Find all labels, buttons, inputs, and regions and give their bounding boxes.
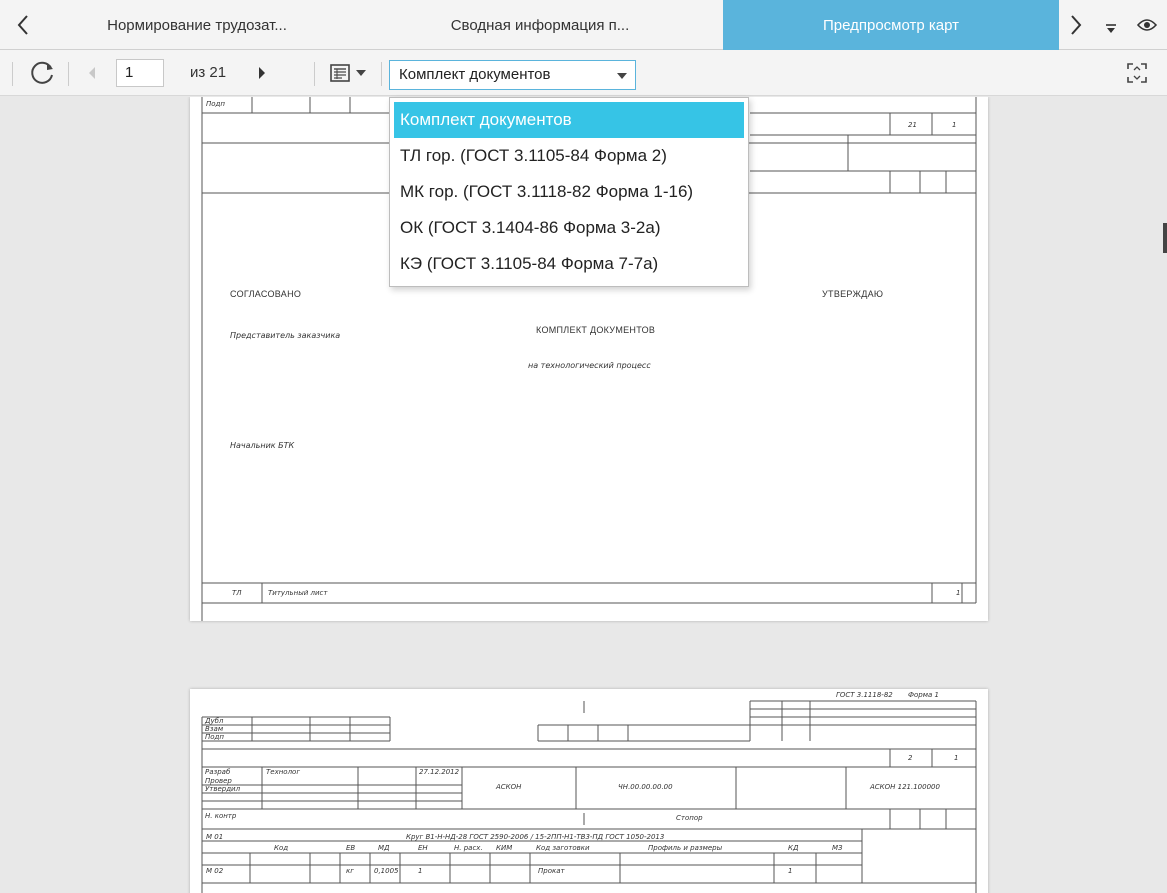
option-ok[interactable]: ОК (ГОСТ 3.1404-86 Форма 3-2а): [390, 210, 748, 246]
material-spec: Круг В1-Н-НД-28 ГОСТ 2590-2006 / 15-2ПП-…: [406, 833, 665, 841]
tabs-overflow-icon: [1106, 24, 1116, 33]
triangle-left-icon: [89, 67, 95, 79]
option-document-set[interactable]: Комплект документов: [394, 102, 744, 138]
tabs-prev-button[interactable]: [0, 0, 46, 50]
page-number-label: 1: [956, 589, 961, 597]
utverd-label: Утвердил: [205, 785, 241, 793]
visibility-button[interactable]: [1130, 0, 1164, 50]
view-mode-button[interactable]: [320, 60, 376, 86]
organization-label: АСКОН: [496, 783, 522, 791]
m02-label: М 02: [206, 867, 224, 875]
page-number-input[interactable]: 1: [116, 59, 164, 87]
toolbar-divider: [314, 62, 315, 86]
document-set-select-value: Комплект документов: [399, 66, 551, 83]
document-set-dropdown: Комплект документов ТЛ гор. (ГОСТ 3.1105…: [389, 97, 749, 287]
sheet-count: 21: [908, 121, 917, 129]
value-en: 1: [418, 867, 423, 875]
chevron-left-icon: [17, 15, 28, 35]
header-en: ЕН: [418, 844, 428, 852]
tab-normirovanie[interactable]: Нормирование трудозат...: [52, 0, 342, 50]
triangle-right-icon: [259, 67, 265, 79]
gost-label: ГОСТ 3.1118-82: [836, 691, 893, 699]
customer-rep-label: Представитель заказчика: [230, 331, 341, 340]
document-set-select[interactable]: Комплект документов: [389, 60, 636, 90]
detail-code: ЧН.00.00.00.00: [618, 783, 673, 791]
sheet-route-card-frame: [201, 700, 977, 893]
m01-label: М 01: [206, 833, 224, 841]
tab-bar: Нормирование трудозат... Сводная информа…: [0, 0, 1167, 50]
fit-to-page-icon: [1127, 63, 1147, 83]
refresh-button[interactable]: [22, 56, 62, 90]
doc-type-label: ТЛ: [232, 589, 242, 597]
tab-label: Предпросмотр карт: [822, 16, 960, 34]
chevron-right-icon: [1071, 15, 1082, 35]
tabs-next-button[interactable]: [1061, 0, 1091, 50]
razrab-label: Разраб: [205, 768, 231, 776]
toolbar-divider: [12, 62, 13, 86]
sheet-count: 2: [908, 754, 913, 762]
eye-icon: [1137, 19, 1157, 31]
header-zagot: Код заготовки: [536, 844, 590, 852]
document-subtitle: на технологический процесс: [528, 361, 651, 370]
refresh-icon: [31, 61, 53, 84]
form-label: Форма 1: [908, 691, 940, 699]
tabs-list-button[interactable]: [1094, 0, 1128, 50]
fit-page-button[interactable]: [1120, 60, 1154, 86]
header-nrasx: Н. расх.: [454, 844, 483, 852]
podp-label: Подп: [205, 733, 224, 741]
detail-name: Стопор: [676, 814, 703, 822]
prev-page-button[interactable]: [82, 62, 102, 84]
approved-label: УТВЕРЖДАЮ: [822, 289, 884, 299]
sheet-number: 1: [952, 121, 957, 129]
develop-date: 27.12.2012: [419, 768, 460, 776]
document-view-icon: [330, 64, 350, 82]
agreed-label: СОГЛАСОВАНО: [230, 289, 302, 299]
header-kd: КД: [788, 844, 799, 852]
dubl-label: Дубл: [205, 717, 224, 725]
option-mk-gor[interactable]: МК гор. (ГОСТ 3.1118-82 Форма 1-16): [390, 174, 748, 210]
header-md: МД: [378, 844, 390, 852]
tab-label: Сводная информация п...: [450, 16, 630, 34]
toolbar-divider: [68, 62, 69, 86]
option-tl-gor[interactable]: ТЛ гор. (ГОСТ 3.1105-84 Форма 2): [390, 138, 748, 174]
header-mz: МЗ: [832, 844, 843, 852]
header-kim: КИМ: [496, 844, 513, 852]
tab-predprosmotr[interactable]: Предпросмотр карт: [723, 0, 1059, 50]
next-page-button[interactable]: [252, 62, 272, 84]
option-ke[interactable]: КЭ (ГОСТ 3.1105-84 Форма 7-7а): [390, 246, 748, 282]
document-code: АСКОН 121.100000: [870, 783, 940, 791]
value-md: 0,1005: [374, 867, 399, 875]
header-code: Код: [274, 844, 289, 852]
title-sheet-label: Титульный лист: [268, 589, 328, 597]
btk-head-label: Начальник БТК: [230, 441, 295, 450]
tab-label: Нормирование трудозат...: [107, 16, 287, 34]
header-profile: Профиль и размеры: [648, 844, 723, 852]
vzam-label: Взам: [205, 725, 224, 733]
preview-sheet-route-card: ГОСТ 3.1118-82 Форма 1 Дубл Взам Подп 2 …: [190, 689, 988, 893]
value-kd: 1: [788, 867, 793, 875]
tab-svodnaya[interactable]: Сводная информация п...: [390, 0, 690, 50]
chevron-down-icon: [617, 73, 627, 79]
value-unit: кг: [346, 867, 354, 875]
podp-label: Подп: [206, 100, 225, 108]
page-count-label: из 21: [190, 64, 227, 81]
preview-toolbar: 1 из 21 Комплект документов: [0, 50, 1167, 96]
chevron-down-icon: [356, 70, 366, 76]
toolbar-divider: [381, 62, 382, 86]
header-ev: ЕВ: [346, 844, 356, 852]
scrollbar-thumb[interactable]: [1163, 223, 1167, 253]
prover-label: Провер: [205, 777, 232, 785]
developer-name: Технолог: [266, 768, 301, 776]
document-title: КОМПЛЕКТ ДОКУМЕНТОВ: [536, 325, 656, 335]
value-zagot: Прокат: [538, 867, 565, 875]
sheet-number: 1: [954, 754, 959, 762]
nkontr-label: Н. контр: [205, 812, 237, 820]
